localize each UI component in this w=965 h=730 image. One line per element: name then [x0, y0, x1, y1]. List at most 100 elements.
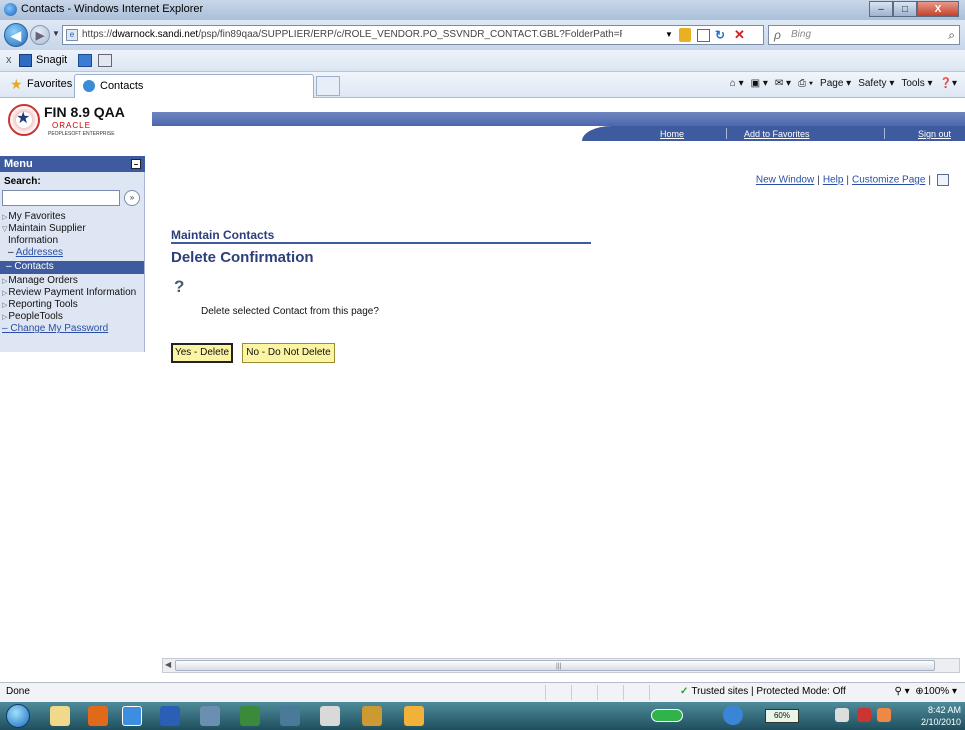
stop-icon[interactable]: ✕: [734, 27, 745, 43]
menu-item-change-password[interactable]: – Change My Password: [2, 323, 108, 334]
excel-icon[interactable]: [240, 706, 260, 726]
tools-menu[interactable]: Tools ▾: [901, 78, 932, 89]
minimize-button[interactable]: –: [869, 1, 893, 17]
menu-item-manage-orders[interactable]: ▷Manage Orders: [2, 275, 78, 286]
left-menu: Menu Search: » ▷My Favorites ▽Maintain S…: [0, 156, 145, 356]
link-separator: |: [928, 174, 931, 186]
onenote-icon[interactable]: [280, 706, 300, 726]
forward-button[interactable]: ▶: [30, 25, 50, 45]
snagit-capture-icon[interactable]: [78, 54, 92, 67]
snagit-icon[interactable]: [19, 54, 32, 67]
favorites-star-icon[interactable]: ★: [10, 76, 23, 93]
flag-icon[interactable]: [857, 708, 871, 722]
search-input[interactable]: ρ Bing ⌕: [768, 25, 960, 45]
url-field[interactable]: e https://dwarnock.sandi.net/psp/fin89qa…: [62, 25, 764, 45]
collapse-menu-icon[interactable]: [131, 159, 141, 169]
yahoo-messenger-icon[interactable]: [320, 706, 340, 726]
window-titlebar: Contacts - Windows Internet Explorer – □…: [0, 0, 965, 20]
district-seal-icon: [8, 104, 40, 136]
read-mail-icon[interactable]: ✉ ▾: [775, 78, 791, 89]
peoplesoft-page: FIN 8.9 QAA ORACLE PEOPLESOFT ENTERPRISE…: [0, 98, 965, 682]
breadcrumb: Maintain Contacts: [171, 228, 275, 242]
explorer-icon[interactable]: [50, 706, 70, 726]
search-icon[interactable]: ⌕: [948, 28, 955, 43]
chrome-icon[interactable]: [362, 706, 382, 726]
close-button[interactable]: X: [917, 1, 959, 17]
feeds-icon[interactable]: ▣ ▾: [751, 78, 768, 89]
nav-separator: [884, 128, 885, 139]
menu-title: Menu: [4, 158, 33, 170]
confirmation-message: Delete selected Contact from this page?: [201, 306, 379, 317]
add-to-favorites-link[interactable]: Add to Favorites: [744, 129, 810, 139]
sign-out-link[interactable]: Sign out: [918, 129, 951, 139]
internet-explorer-icon[interactable]: [122, 706, 142, 726]
menu-item-peopletools[interactable]: ▷PeopleTools: [2, 311, 63, 322]
screen: Contacts - Windows Internet Explorer – □…: [0, 0, 965, 730]
menu-item-maintain-supplier-cont[interactable]: Information: [8, 235, 58, 246]
question-icon: ?: [174, 277, 185, 296]
home-icon[interactable]: ⌂ ▾: [730, 78, 744, 89]
zoom-level[interactable]: ⚲ ▾ ⊕100% ▾: [895, 686, 957, 697]
menu-item-my-favorites[interactable]: ▷My Favorites: [2, 211, 66, 222]
http-link-icon[interactable]: [937, 174, 949, 186]
check-icon: ✓: [680, 686, 689, 697]
start-button[interactable]: [6, 704, 30, 728]
help-icon[interactable]: ❓▾: [940, 78, 957, 89]
clock[interactable]: 8:42 AM 2/10/2010: [921, 704, 961, 728]
search-placeholder: Bing: [791, 29, 812, 40]
print-icon[interactable]: ⎙ ▾: [798, 78, 813, 89]
recent-pages-dropdown[interactable]: ▼: [52, 29, 60, 38]
horizontal-scrollbar[interactable]: ◀ |||: [162, 658, 960, 673]
no-delete-button[interactable]: No - Do Not Delete: [242, 343, 335, 363]
url-text[interactable]: https://dwarnock.sandi.net/psp/fin89qaa/…: [82, 29, 622, 40]
menu-search-label: Search:: [4, 176, 41, 187]
snagit-taskbar-icon[interactable]: [404, 706, 424, 726]
battery-icon[interactable]: 60%: [765, 709, 799, 723]
tray-app-icon[interactable]: [877, 708, 891, 722]
menu-item-maintain-supplier[interactable]: ▽Maintain Supplier: [2, 223, 86, 234]
snagit-editor-icon[interactable]: [98, 54, 112, 67]
network-icon[interactable]: [723, 705, 743, 725]
menu-item-contacts[interactable]: – Contacts: [0, 261, 144, 274]
close-toolbar-icon[interactable]: x: [6, 54, 12, 66]
favorites-bar: ★ Favorites Contacts ⌂ ▾ ▣ ▾ ✉ ▾ ⎙ ▾ Pag…: [0, 72, 965, 98]
help-link[interactable]: Help: [823, 175, 844, 186]
customize-page-link[interactable]: Customize Page: [852, 175, 925, 186]
menu-item-addresses[interactable]: – Addresses: [8, 247, 63, 258]
scrollbar-thumb[interactable]: |||: [175, 660, 935, 671]
breadcrumb-divider: [171, 242, 591, 244]
new-tab-button[interactable]: [316, 76, 340, 96]
menu-search-input[interactable]: [2, 190, 120, 206]
maximize-button[interactable]: □: [893, 1, 917, 17]
favorites-button[interactable]: Favorites: [27, 78, 72, 90]
page-menu[interactable]: Page ▾: [820, 78, 851, 89]
menu-item-reporting-tools[interactable]: ▷Reporting Tools: [2, 299, 78, 310]
search-go-icon[interactable]: »: [124, 190, 140, 206]
url-dropdown-icon[interactable]: ▼: [665, 30, 673, 39]
snagit-button[interactable]: Snagit: [36, 54, 67, 66]
safety-menu[interactable]: Safety ▾: [858, 78, 894, 89]
word-icon[interactable]: [160, 706, 180, 726]
outlook-icon[interactable]: [88, 706, 108, 726]
ps-logo: FIN 8.9 QAA ORACLE PEOPLESOFT ENTERPRISE: [8, 104, 148, 144]
tab-contacts[interactable]: Contacts: [74, 74, 314, 98]
volume-icon[interactable]: [835, 708, 849, 722]
ie-icon: [4, 3, 17, 16]
menu-header: Menu: [0, 156, 145, 172]
window-controls: – □ X: [869, 1, 959, 17]
compatibility-view-icon[interactable]: [697, 29, 710, 42]
scroll-left-icon[interactable]: ◀: [165, 660, 171, 669]
menu-item-review-payment[interactable]: ▷Review Payment Information: [2, 287, 136, 298]
status-bar: Done ✓ Trusted sites | Protected Mode: Of…: [0, 682, 965, 702]
app-icon[interactable]: [200, 706, 220, 726]
new-window-link[interactable]: New Window: [756, 175, 814, 186]
back-button[interactable]: ◀: [4, 23, 28, 47]
lock-icon[interactable]: [679, 28, 691, 42]
refresh-icon[interactable]: ↻: [715, 28, 725, 42]
yes-delete-button[interactable]: Yes - Delete: [171, 343, 233, 363]
status-pill-icon[interactable]: [651, 709, 683, 722]
logo-title: FIN 8.9 QAA: [44, 104, 125, 120]
security-zone[interactable]: ✓ Trusted sites | Protected Mode: Off: [680, 686, 846, 697]
oracle-logo: ORACLE: [52, 121, 91, 130]
home-link[interactable]: Home: [660, 129, 684, 139]
